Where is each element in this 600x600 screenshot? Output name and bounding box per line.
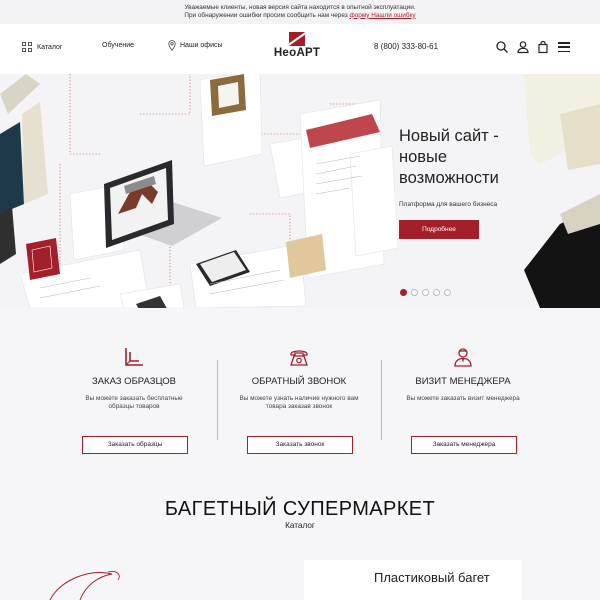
- hero-text-block: Новый сайт - новые возможности Платформа…: [399, 126, 519, 239]
- service-title: ЗАКАЗ ОБРАЗЦОВ: [91, 376, 177, 387]
- service-title: ВИЗИТ МЕНЕДЖЕРА: [415, 376, 511, 387]
- service-samples: ЗАКАЗ ОБРАЗЦОВ Вы можете заказать беспла…: [52, 346, 216, 454]
- site-logo[interactable]: НеоАРТ: [268, 32, 326, 66]
- service-manager: ВИЗИТ МЕНЕДЖЕРА Вы можете заказать визит…: [381, 346, 545, 454]
- hero-title: Новый сайт - новые возможности: [399, 127, 499, 187]
- card-title: Пластиковый багет: [374, 570, 490, 585]
- notice-line-2: При обнаружении ошибки просим сообщить н…: [0, 12, 600, 20]
- beta-notice: Уважаемые клиенты, новая версия сайта на…: [0, 0, 600, 24]
- logo-text: НеоАРТ: [273, 47, 321, 59]
- catalog-label: Каталог: [37, 43, 63, 51]
- catalog-nav[interactable]: Каталог: [22, 42, 62, 52]
- order-samples-button[interactable]: Заказать образцы: [82, 436, 188, 454]
- slider-dot[interactable]: [444, 289, 451, 296]
- decorative-script-graphic: [49, 571, 120, 600]
- service-description: Вы можете узнать наличие нужного вам тов…: [239, 395, 359, 411]
- service-divider: [381, 360, 382, 440]
- manager-icon: [454, 348, 472, 367]
- cart-bag-icon[interactable]: [536, 40, 550, 54]
- hero-subtitle: Платформа для вашего бизнеса: [399, 201, 498, 208]
- catalog-subtitle[interactable]: Каталог: [0, 521, 600, 530]
- search-icon[interactable]: [495, 40, 509, 54]
- slider-dot[interactable]: [411, 289, 418, 296]
- service-description: Вы можете заказать визит менеджера: [406, 395, 520, 402]
- slider-dots: [400, 289, 451, 296]
- ruler-corner-icon: [125, 348, 143, 366]
- services-section: ЗАКАЗ ОБРАЗЦОВ Вы можете заказать беспла…: [0, 308, 600, 468]
- notice-line-2-text: При обнаружении ошибки просим сообщить н…: [184, 11, 350, 19]
- plastic-moulding-card[interactable]: Пластиковый багет: [304, 560, 522, 600]
- logo-mark-icon: [289, 32, 305, 46]
- notice-line-1: Уважаемые клиенты, новая версия сайта на…: [184, 4, 416, 11]
- user-icon[interactable]: [516, 40, 530, 54]
- hero-banner: Новый сайт - новые возможности Платформа…: [0, 74, 600, 308]
- site-header: Каталог Обучение Наши офисы НеоАРТ 8 (80…: [0, 24, 600, 74]
- catalog-title: БАГЕТНЫЙ СУПЕРМАРКЕТ: [164, 498, 436, 520]
- order-call-button[interactable]: Заказать звонок: [247, 436, 353, 454]
- service-title: ОБРАТНЫЙ ЗВОНОК: [251, 376, 347, 387]
- page: Уважаемые клиенты, новая версия сайта на…: [0, 0, 600, 600]
- slider-dot[interactable]: [422, 289, 429, 296]
- service-divider: [217, 360, 218, 440]
- phone-number[interactable]: 8 (800) 333-80-61: [374, 42, 438, 51]
- hero-more-button[interactable]: Подробнее: [399, 220, 479, 239]
- order-manager-button[interactable]: Заказать менеджера: [411, 436, 517, 454]
- offices-label: Наши офисы: [180, 42, 223, 49]
- service-callback: ОБРАТНЫЙ ЗВОНОК Вы можете узнать наличие…: [217, 346, 381, 454]
- report-error-link[interactable]: форму Нашли ошибку: [349, 12, 415, 19]
- slider-dot[interactable]: [400, 289, 407, 296]
- learning-nav[interactable]: Обучение: [102, 42, 134, 49]
- service-description: Вы можете заказать бесплатные образцы то…: [85, 395, 183, 411]
- hamburger-menu-icon[interactable]: [558, 42, 570, 52]
- slider-dot[interactable]: [433, 289, 440, 296]
- learning-label: Обучение: [102, 42, 135, 49]
- location-pin-icon: [168, 40, 176, 51]
- grid-icon: [22, 42, 32, 52]
- phone-icon: [290, 350, 308, 366]
- offices-nav[interactable]: Наши офисы: [168, 40, 223, 51]
